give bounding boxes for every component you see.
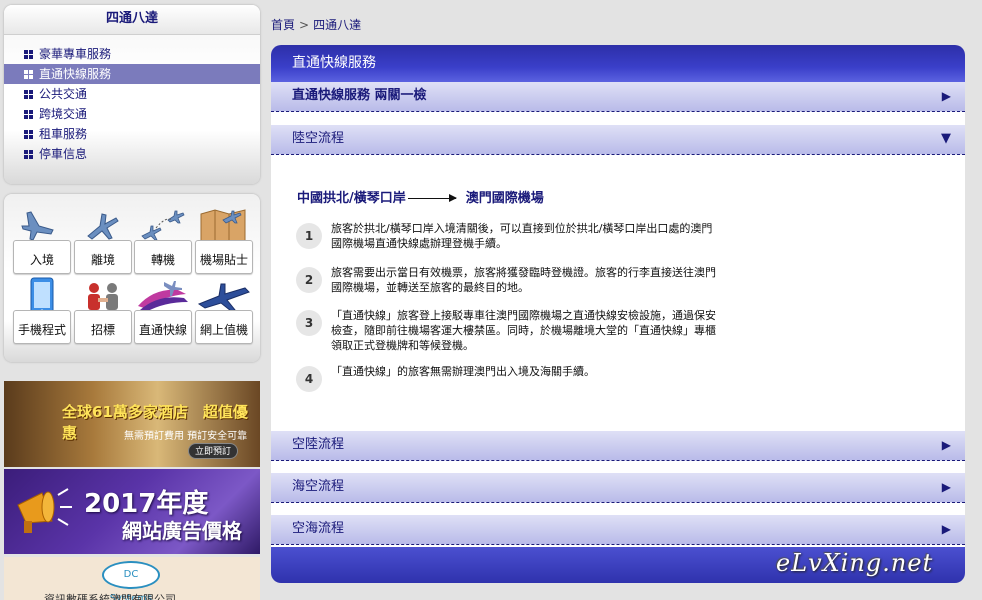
quick-link-mobile-app[interactable]: 手機程式 <box>13 276 71 344</box>
grid-bullet-icon <box>24 130 33 139</box>
accordion-label: 海空流程 <box>292 479 345 494</box>
quick-link-tender[interactable]: 招標 <box>74 276 132 344</box>
quick-link-airport-tips[interactable]: 機場貼士 <box>195 206 253 274</box>
quick-link-label: 手機程式 <box>13 310 71 344</box>
arrow-right-icon: ▶ <box>941 438 951 452</box>
quick-link-arrival[interactable]: 入境 <box>13 206 71 274</box>
route-arrow-icon <box>407 194 457 202</box>
sidebar-list: 豪華專車服務 直通快線服務 公共交通 跨境交通 租車服務 停車信息 <box>4 35 260 164</box>
route-origin: 中國拱北/橫琴口岸 <box>297 191 406 206</box>
grid-bullet-icon <box>24 50 33 59</box>
sidebar-item-label: 豪華專車服務 <box>39 47 112 61</box>
quick-link-label: 機場貼士 <box>195 240 253 274</box>
accordion-sea-air[interactable]: 海空流程 ▶ <box>271 473 965 503</box>
quick-link-label: 離境 <box>74 240 132 274</box>
sidebar-title: 四通八達 <box>4 5 260 35</box>
quick-link-label: 直通快線 <box>134 310 192 344</box>
sidebar-item-label: 跨境交通 <box>39 107 88 121</box>
sidebar-item-luxury-car[interactable]: 豪華專車服務 <box>4 44 260 64</box>
hotel-banner-sub: 無需預訂費用 預訂安全可靠 <box>124 431 248 442</box>
breadcrumb-current: 四通八達 <box>313 18 362 32</box>
accordion-two-checks[interactable]: 直通快線服務 兩關一檢 ▶ <box>271 82 965 112</box>
sidebar-item-label: 公共交通 <box>39 87 88 101</box>
accordion-label: 空海流程 <box>292 521 345 536</box>
step-text: 「直通快線」旅客登上接駁專車往澳門國際機場之直通快線安檢設施，通過保安檢查，隨即… <box>331 309 716 352</box>
grid-bullet-icon <box>24 150 33 159</box>
accordion-label: 空陸流程 <box>292 437 345 452</box>
sidebar-menu: 四通八達 豪華專車服務 直通快線服務 公共交通 跨境交通 租車服務 停車信息 <box>4 5 260 184</box>
accordion-label: 陸空流程 <box>292 131 345 146</box>
quick-link-label: 網上值機 <box>195 310 253 344</box>
quick-link-label: 轉機 <box>134 240 192 274</box>
quick-link-express[interactable]: 直通快線 <box>134 276 192 344</box>
sidebar-item-label: 直通快線服務 <box>39 67 112 81</box>
arrow-right-icon: ▶ <box>941 89 951 103</box>
arrow-down-icon: ▼ <box>941 131 951 146</box>
breadcrumb-separator: > <box>299 18 310 32</box>
breadcrumb-home[interactable]: 首頁 <box>271 18 295 32</box>
ads-price-banner[interactable]: 2017年度 網站廣告價格 <box>4 469 260 554</box>
hotel-banner-button[interactable]: 立即預訂 <box>188 443 238 459</box>
dc-systems-logo: DC Systems <box>102 561 160 600</box>
dc-systems-name: 資訊數碼系統澳門有限公司 <box>44 593 176 600</box>
route-destination: 澳門國際機場 <box>465 191 544 206</box>
sidebar-item-parking[interactable]: 停車信息 <box>4 144 260 164</box>
hotel-banner[interactable]: 全球61萬多家酒店 超值優惠 無需預訂費用 預訂安全可靠 立即預訂 <box>4 381 260 467</box>
step-number: 1 <box>296 223 322 249</box>
step-text: 「直通快線」的旅客無需辦理澳門出入境及海關手續。 <box>331 365 595 378</box>
step-number: 4 <box>296 366 322 392</box>
grid-bullet-icon <box>24 70 33 79</box>
step-text: 旅客需要出示當日有效機票，旅客將獲發臨時登機證。旅客的行李直接送往澳門國際機場，… <box>331 266 716 294</box>
megaphone-icon <box>17 488 72 533</box>
ads-banner-title: 網站廣告價格 <box>122 519 242 543</box>
sidebar-item-cross-border[interactable]: 跨境交通 <box>4 104 260 124</box>
step-number: 2 <box>296 267 322 293</box>
quick-links-panel: 入境 離境 轉機 機場貼士 手機程式 招標 直通快線 網上值機 <box>4 194 260 362</box>
quick-link-label: 招標 <box>74 310 132 344</box>
quick-link-transfer[interactable]: 轉機 <box>134 206 192 274</box>
arrow-right-icon: ▶ <box>941 480 951 494</box>
sidebar-item-public-transport[interactable]: 公共交通 <box>4 84 260 104</box>
watermark: eLvXing.net <box>776 549 934 577</box>
accordion-land-air[interactable]: 陸空流程 ▼ <box>271 125 965 155</box>
sidebar-item-express[interactable]: 直通快線服務 <box>4 64 260 84</box>
grid-bullet-icon <box>24 110 33 119</box>
accordion-air-sea[interactable]: 空海流程 ▶ <box>271 515 965 545</box>
panel-title: 直通快線服務 <box>271 45 965 82</box>
sidebar-item-label: 租車服務 <box>39 127 88 141</box>
sidebar-item-car-rental[interactable]: 租車服務 <box>4 124 260 144</box>
step-number: 3 <box>296 310 322 336</box>
route-line: 中國拱北/橫琴口岸 澳門國際機場 <box>297 187 544 206</box>
express-service-panel: 直通快線服務 直通快線服務 兩關一檢 ▶ 陸空流程 ▼ 中國拱北/橫琴口岸 澳門國… <box>271 45 965 583</box>
step-text: 旅客於拱北/橫琴口岸入境清關後，可以直接到位於拱北/橫琴口岸出口處的澳門國際機場… <box>331 222 713 250</box>
arrow-right-icon: ▶ <box>941 522 951 536</box>
sidebar-item-label: 停車信息 <box>39 147 88 161</box>
land-air-content: 中國拱北/橫琴口岸 澳門國際機場 1 旅客於拱北/橫琴口岸入境清關後，可以直接到位… <box>271 155 965 431</box>
quick-link-label: 入境 <box>13 240 71 274</box>
accordion-air-land[interactable]: 空陸流程 ▶ <box>271 431 965 461</box>
quick-link-departure[interactable]: 離境 <box>74 206 132 274</box>
dc-systems-banner[interactable]: DC Systems 資訊數碼系統澳門有限公司 <box>4 557 260 600</box>
quick-link-online-checkin[interactable]: 網上值機 <box>195 276 253 344</box>
accordion-label: 直通快線服務 兩關一檢 <box>292 88 427 103</box>
grid-bullet-icon <box>24 90 33 99</box>
breadcrumb: 首頁 > 四通八達 <box>271 16 361 33</box>
